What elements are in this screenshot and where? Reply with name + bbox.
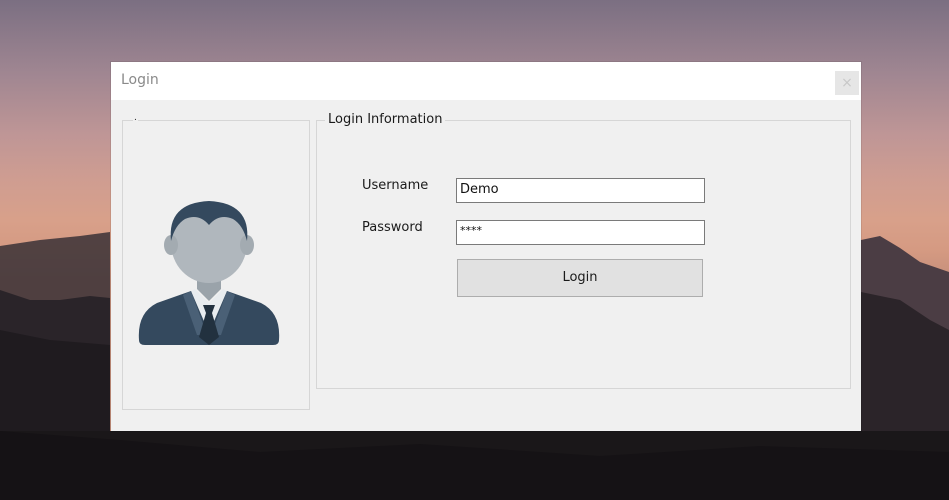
password-label: Password [362, 220, 423, 235]
title-bar[interactable]: Login × [111, 62, 861, 100]
close-icon: × [841, 75, 853, 91]
avatar-groupbox: . [122, 112, 310, 410]
desktop-background: Login × . Login Information Username Dem… [0, 0, 949, 500]
login-window: Login × . Login Information Username Dem… [111, 62, 861, 431]
login-button[interactable]: Login [457, 259, 703, 297]
password-input[interactable]: **** [456, 220, 705, 245]
avatar-groupbox-caption: . [133, 112, 138, 124]
user-avatar-icon [138, 201, 280, 345]
close-button[interactable]: × [835, 71, 859, 95]
username-label: Username [362, 178, 429, 193]
window-title: Login [121, 72, 159, 88]
username-input[interactable]: Demo [456, 178, 705, 203]
login-information-groupbox: Login Information Username Demo Password… [316, 111, 851, 389]
login-information-caption: Login Information [325, 111, 446, 129]
